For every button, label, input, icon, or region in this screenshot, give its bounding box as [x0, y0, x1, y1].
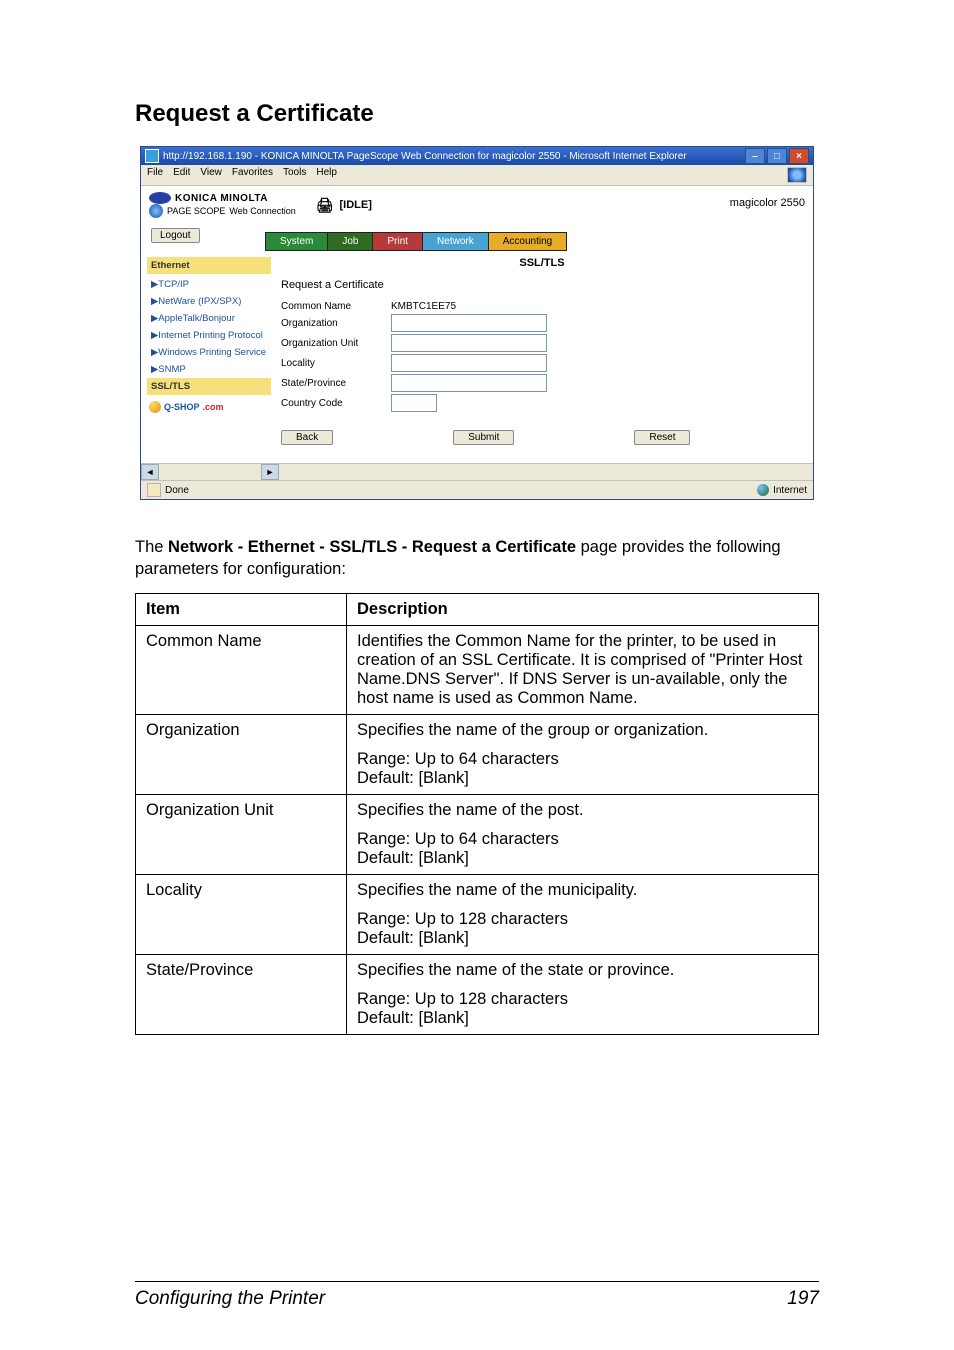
label-locality: Locality [281, 358, 391, 369]
done-icon [147, 483, 161, 497]
input-country[interactable] [391, 394, 437, 412]
cell-item: Organization [136, 714, 347, 794]
footer-page-number: 197 [787, 1288, 819, 1310]
tab-accounting[interactable]: Accounting [488, 232, 567, 251]
cell-desc: Specifies the name of the post. Range: U… [347, 794, 819, 874]
device-name: magicolor 2550 [730, 197, 805, 209]
menu-tools[interactable]: Tools [283, 167, 306, 183]
qshop-link[interactable]: Q-SHOP.com [149, 401, 224, 413]
menu-favorites[interactable]: Favorites [232, 167, 273, 183]
status-label: [IDLE] [340, 199, 372, 211]
qshop-icon [149, 401, 161, 413]
sidebar-item-snmp[interactable]: ▶SNMP [147, 361, 271, 378]
page-subtitle: SSL/TLS [281, 257, 803, 269]
menu-file[interactable]: File [147, 167, 163, 183]
sidebar-item-ipp[interactable]: ▶Internet Printing Protocol [147, 327, 271, 344]
page-sub2: Request a Certificate [281, 279, 803, 291]
scroll-right-icon[interactable]: ► [261, 464, 279, 480]
tab-network[interactable]: Network [422, 232, 489, 251]
cell-item: Locality [136, 874, 347, 954]
th-item: Item [136, 593, 347, 625]
window-close-button[interactable]: × [789, 148, 809, 164]
sidebar-item-tcpip[interactable]: ▶TCP/IP [147, 276, 271, 293]
sidebar-item-netware[interactable]: ▶NetWare (IPX/SPX) [147, 293, 271, 310]
status-done: Done [165, 485, 189, 496]
brand-block: KONICA MINOLTA PAGE SCOPE Web Connection [149, 192, 296, 218]
brand-line2a: PAGE SCOPE [167, 206, 225, 216]
value-common-name: KMBTC1EE75 [391, 301, 456, 312]
menu-edit[interactable]: Edit [173, 167, 190, 183]
ie-logo-icon [787, 167, 807, 183]
input-locality[interactable] [391, 354, 547, 372]
table-row: Organization Unit Specifies the name of … [136, 794, 819, 874]
browser-window: http://192.168.1.190 - KONICA MINOLTA Pa… [140, 146, 814, 500]
input-organization-unit[interactable] [391, 334, 547, 352]
cell-desc: Specifies the name of the group or organ… [347, 714, 819, 794]
printer-icon: 🖨 [316, 197, 334, 214]
label-organization: Organization [281, 318, 391, 329]
label-country: Country Code [281, 398, 391, 409]
ie-icon [145, 149, 159, 163]
back-button[interactable]: Back [281, 430, 333, 445]
sidebar: Ethernet ▶TCP/IP ▶NetWare (IPX/SPX) ▶App… [141, 251, 271, 463]
tab-job[interactable]: Job [327, 232, 373, 251]
pagescope-globe-icon [149, 204, 163, 218]
reset-button[interactable]: Reset [634, 430, 690, 445]
cell-desc: Specifies the name of the municipality. … [347, 874, 819, 954]
menu-help[interactable]: Help [316, 167, 337, 183]
brand-line1: KONICA MINOLTA [175, 193, 268, 204]
scroll-left-icon[interactable]: ◄ [141, 464, 159, 480]
cell-desc: Identifies the Common Name for the print… [347, 625, 819, 714]
browser-menu: File Edit View Favorites Tools Help [141, 165, 813, 186]
input-organization[interactable] [391, 314, 547, 332]
cell-item: Common Name [136, 625, 347, 714]
sidebar-item-winprint[interactable]: ▶Windows Printing Service [147, 344, 271, 361]
sidebar-head-ethernet[interactable]: Ethernet [147, 257, 271, 274]
horizontal-scrollbar[interactable]: ◄ ► [141, 463, 813, 480]
table-row: Organization Specifies the name of the g… [136, 714, 819, 794]
page-footer: Configuring the Printer 197 [135, 1281, 819, 1350]
table-row: Locality Specifies the name of the munic… [136, 874, 819, 954]
input-state[interactable] [391, 374, 547, 392]
tab-system[interactable]: System [265, 232, 328, 251]
table-row: Common Name Identifies the Common Name f… [136, 625, 819, 714]
param-table: Item Description Common Name Identifies … [135, 593, 819, 1035]
sidebar-item-ssl[interactable]: SSL/TLS [147, 378, 271, 395]
submit-button[interactable]: Submit [453, 430, 514, 445]
label-state: State/Province [281, 378, 391, 389]
browser-titlebar: http://192.168.1.190 - KONICA MINOLTA Pa… [141, 147, 813, 165]
footer-title: Configuring the Printer [135, 1288, 325, 1310]
brand-line2b: Web Connection [229, 206, 295, 216]
table-row: State/Province Specifies the name of the… [136, 954, 819, 1034]
qshop-tld: .com [203, 402, 224, 412]
window-title: http://192.168.1.190 - KONICA MINOLTA Pa… [163, 151, 745, 162]
status-zone: Internet [773, 485, 807, 496]
sidebar-item-appletalk[interactable]: ▶AppleTalk/Bonjour [147, 310, 271, 327]
main-panel: SSL/TLS Request a Certificate Common Nam… [271, 251, 813, 463]
label-organization-unit: Organization Unit [281, 338, 391, 349]
label-common-name: Common Name [281, 301, 391, 312]
window-minimize-button[interactable]: – [745, 148, 765, 164]
section-title: Request a Certificate [135, 100, 819, 128]
intro-paragraph: The Network - Ethernet - SSL/TLS - Reque… [135, 536, 819, 581]
cell-desc: Specifies the name of the state or provi… [347, 954, 819, 1034]
th-desc: Description [347, 593, 819, 625]
qshop-text: Q-SHOP [164, 402, 200, 412]
browser-statusbar: Done Internet [141, 480, 813, 499]
konica-logo-icon [149, 192, 171, 204]
logout-button[interactable]: Logout [151, 228, 200, 243]
internet-zone-icon [757, 484, 769, 496]
menu-view[interactable]: View [200, 167, 222, 183]
tab-print[interactable]: Print [372, 232, 423, 251]
cell-item: Organization Unit [136, 794, 347, 874]
window-maximize-button[interactable]: □ [767, 148, 787, 164]
cell-item: State/Province [136, 954, 347, 1034]
